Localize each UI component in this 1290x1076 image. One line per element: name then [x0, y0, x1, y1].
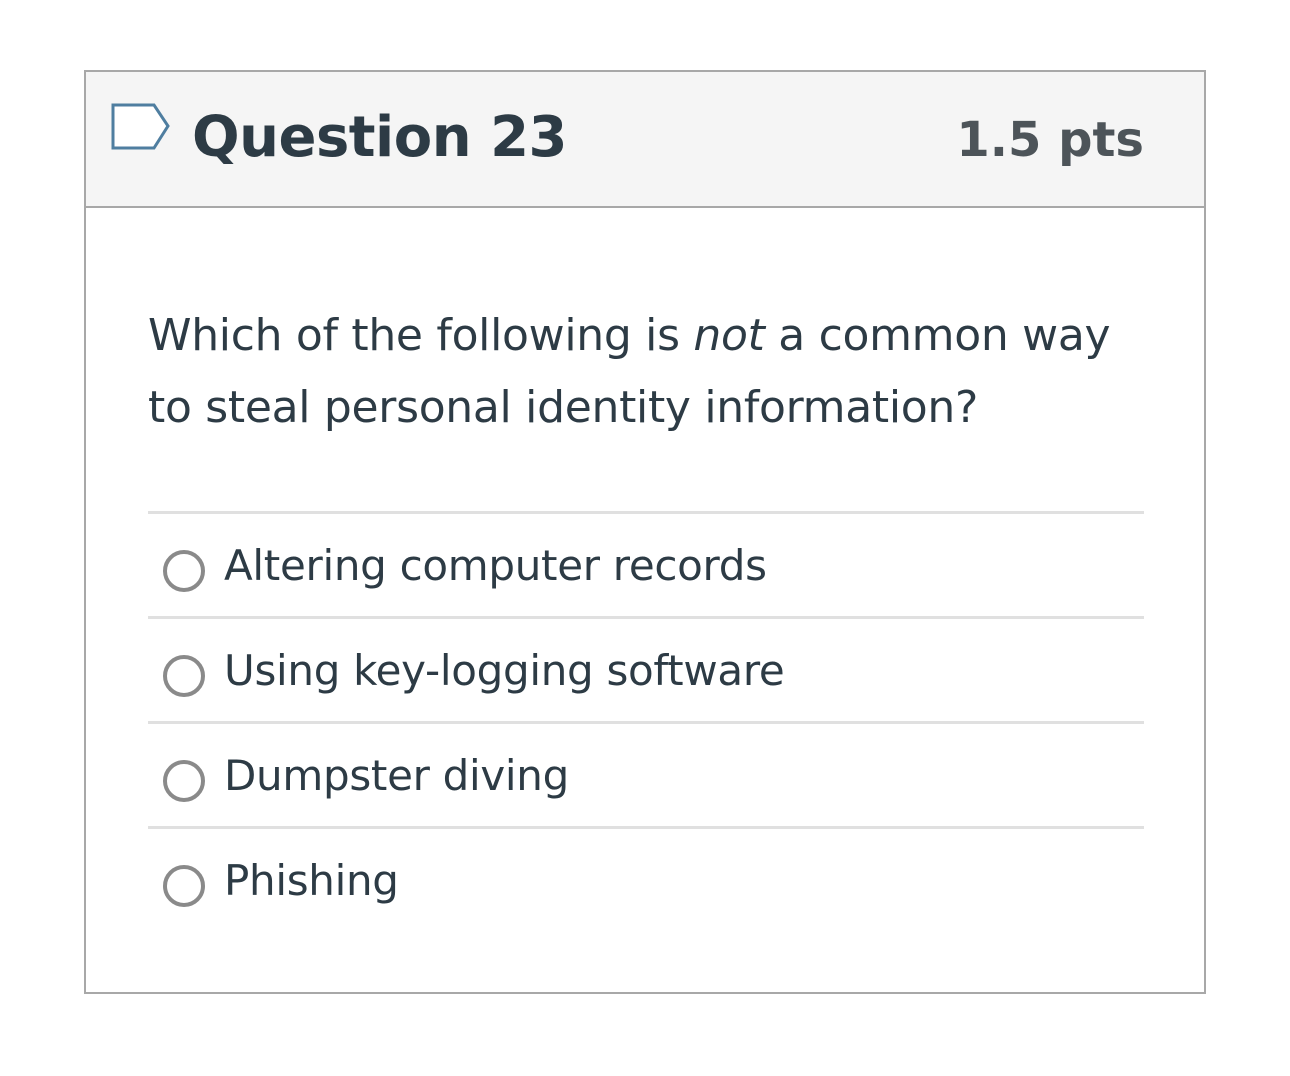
answer-label: Dumpster diving [224, 751, 569, 800]
radio-button[interactable] [163, 655, 205, 697]
answer-label: Using key-logging software [224, 646, 785, 695]
question-points: 1.5 pts [956, 112, 1144, 168]
answer-option[interactable]: Altering computer records [148, 514, 1144, 619]
question-text-emphasis: not [693, 310, 765, 361]
answer-label: Altering computer records [224, 541, 767, 590]
question-text-start: Which of the following is [148, 310, 694, 361]
radio-button[interactable] [163, 865, 205, 907]
answer-option[interactable]: Using key-logging software [148, 619, 1144, 724]
radio-button[interactable] [163, 550, 205, 592]
question-header: Question 23 1.5 pts [86, 72, 1204, 208]
answer-list: Altering computer records Using key-logg… [148, 511, 1144, 931]
radio-button[interactable] [163, 760, 205, 802]
question-card: Question 23 1.5 pts Which of the followi… [84, 70, 1206, 994]
answer-label: Phishing [224, 856, 399, 905]
question-text: Which of the following is not a common w… [148, 300, 1148, 444]
question-title: Question 23 [192, 105, 568, 170]
answer-option[interactable]: Phishing [148, 829, 1144, 931]
flag-outline-icon[interactable] [110, 102, 174, 154]
answer-option[interactable]: Dumpster diving [148, 724, 1144, 829]
